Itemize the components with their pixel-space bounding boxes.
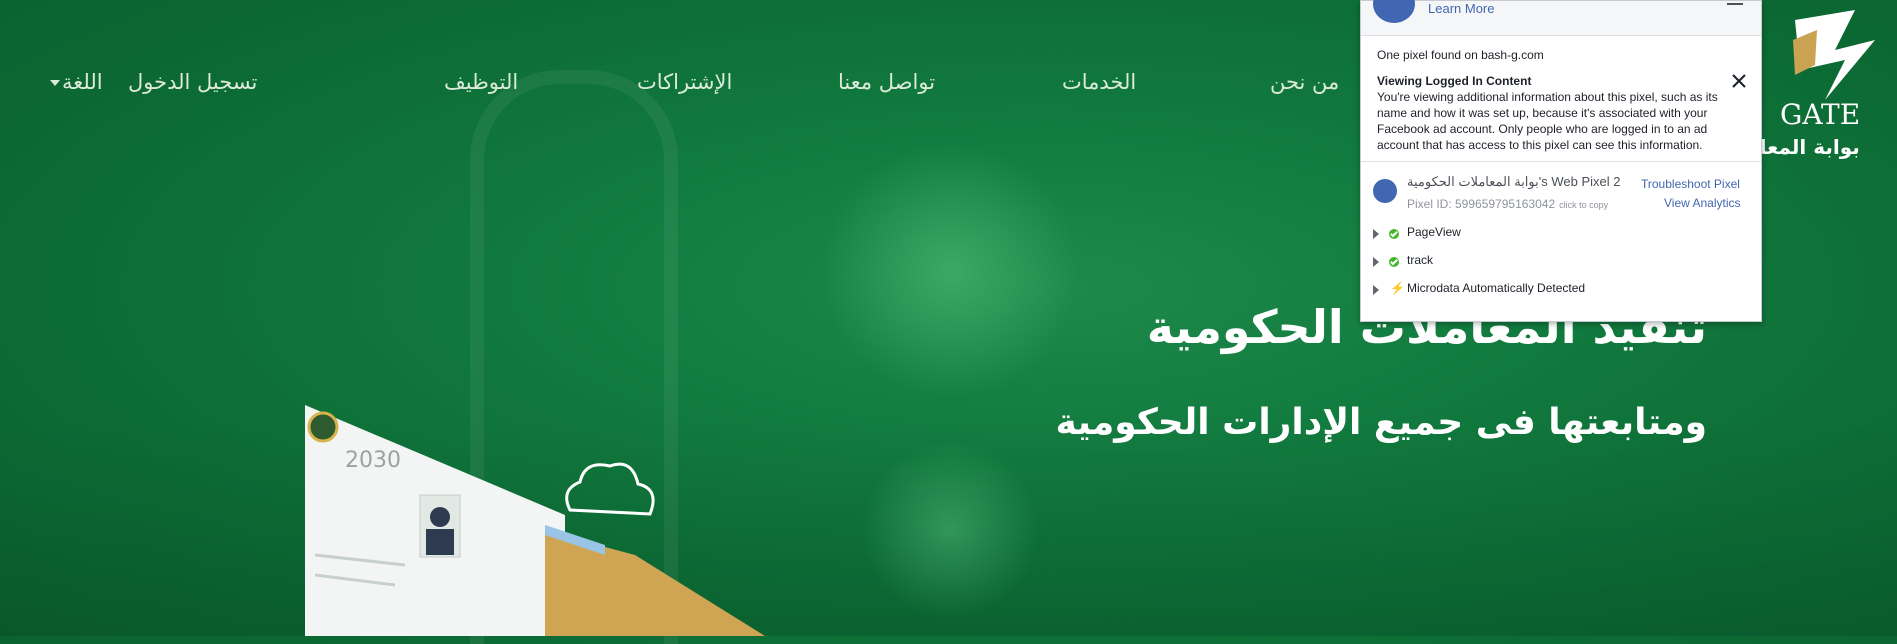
nav-login[interactable]: تسجيل الدخول: [128, 70, 257, 94]
code-icon: [1373, 179, 1397, 203]
click-to-copy[interactable]: click to copy: [1559, 200, 1608, 210]
pixel-id-value: Pixel ID: 599659795163042: [1407, 197, 1556, 211]
check-icon: [1389, 229, 1399, 239]
check-icon: [1389, 257, 1399, 267]
event-label: track: [1407, 253, 1434, 267]
pixel-helper-popup: Learn More One pixel found on bash-g.com…: [1360, 0, 1762, 322]
nav-about[interactable]: من نحن: [1270, 70, 1339, 94]
chevron-down-icon[interactable]: [50, 80, 60, 86]
divider: [1361, 161, 1761, 162]
popup-header: Learn More: [1361, 0, 1761, 36]
event-label: Microdata Automatically Detected: [1407, 281, 1586, 295]
event-label: PageView: [1407, 225, 1461, 239]
vision-badge: 2030: [345, 448, 401, 473]
code-icon: [1373, 0, 1415, 23]
view-analytics-link[interactable]: View Analytics: [1664, 196, 1740, 210]
pixel-found-text: One pixel found on bash-g.com: [1377, 48, 1544, 62]
background-skyline: [0, 416, 1897, 636]
nav-services[interactable]: الخدمات: [1062, 70, 1136, 94]
pixel-id[interactable]: Pixel ID: 599659795163042 click to copy: [1407, 197, 1608, 211]
minimize-icon[interactable]: [1727, 0, 1743, 5]
close-icon[interactable]: [1729, 71, 1749, 91]
hero-subtitle: ومتابعتها فى جميع الإدارات الحكومية: [1055, 402, 1707, 443]
background-glow: [820, 140, 1080, 400]
troubleshoot-pixel-link[interactable]: Troubleshoot Pixel: [1641, 177, 1740, 191]
nav-language[interactable]: اللغة: [62, 70, 103, 94]
pixel-name: بوابة المعاملات الحكومية's Web Pixel 2: [1407, 174, 1621, 189]
nav-jobs[interactable]: التوظيف: [444, 70, 518, 94]
lightning-icon: ⚡: [1390, 281, 1405, 295]
logo-arabic-text: بوابة المعام: [1745, 135, 1860, 159]
expand-icon[interactable]: [1373, 257, 1379, 267]
hero-illustration: 2030: [305, 405, 765, 636]
viewing-description: You're viewing additional information ab…: [1377, 90, 1718, 152]
logo-text: GATE: [1780, 98, 1861, 131]
expand-icon[interactable]: [1373, 285, 1379, 295]
nav-contact[interactable]: تواصل معنا: [838, 70, 935, 94]
viewing-title: Viewing Logged In Content: [1377, 74, 1532, 88]
learn-more-link[interactable]: Learn More: [1428, 1, 1494, 16]
nav-subscriptions[interactable]: الإشتراكات: [637, 70, 732, 94]
expand-icon[interactable]: [1373, 229, 1379, 239]
